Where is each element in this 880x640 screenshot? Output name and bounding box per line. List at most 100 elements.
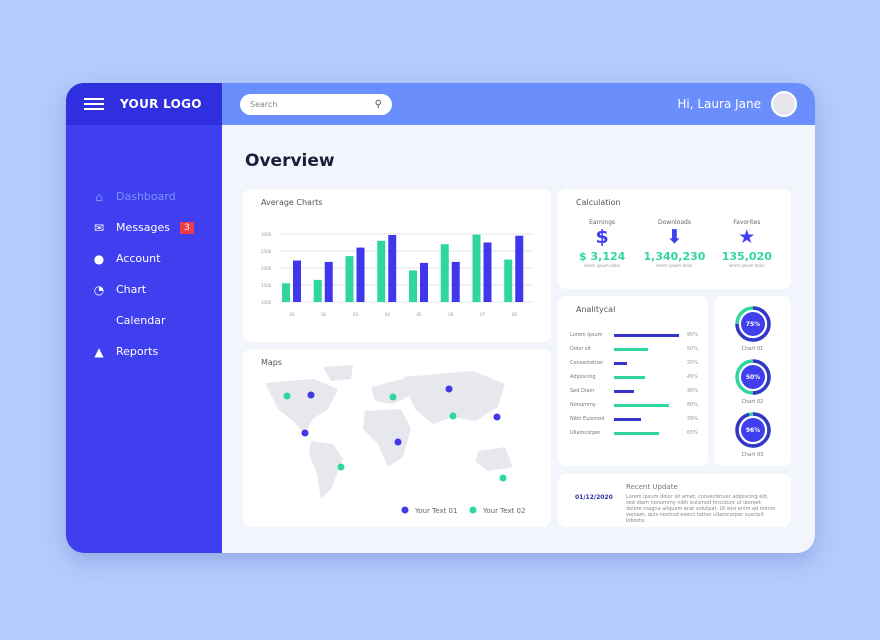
stat-sub: lorem ipsum dolor [728, 263, 765, 268]
row-pct: 50% [686, 346, 698, 352]
row-pct: 65% [686, 430, 698, 436]
search-placeholder: Search [250, 99, 278, 109]
analytic-row: Consectetuer 20% [570, 356, 698, 370]
map-pin-icon[interactable] [301, 429, 309, 437]
unread-badge: 3 [179, 221, 194, 234]
recent-update-card: 01/12/2020 Recent Update Lorem ipsum dol… [558, 474, 791, 527]
bar [515, 235, 524, 302]
row-bar-track [613, 389, 683, 393]
row-pct: 45% [686, 374, 698, 380]
row-bar [613, 333, 680, 337]
bar [356, 247, 365, 302]
donut-value: 50% [745, 374, 759, 381]
stat-value: $ 3,124 [579, 250, 626, 263]
map-pin-icon[interactable] [499, 474, 507, 482]
row-bar [613, 361, 628, 365]
legend-pin-icon [469, 506, 477, 514]
home-icon: ⌂ [95, 189, 103, 204]
top-bar: Search ⚲ Hi, Laura Jane [222, 83, 815, 125]
bar [313, 279, 322, 302]
bar [409, 270, 417, 302]
average-charts-card: Average Charts 3000 2500 2000 1500 1000 01 02 0… [243, 189, 551, 342]
y-tick-label: 2000 [261, 266, 272, 271]
bar-chart: 3000 2500 2000 1500 1000 01 02 03 04 05 06 07 08 [261, 232, 533, 317]
analytic-row: Nonummy 80% [570, 398, 698, 412]
row-label: Ullamcorper [570, 430, 601, 436]
stat-value: 1,340,230 [643, 250, 706, 263]
logo-bar: YOUR LOGO [66, 83, 222, 125]
sidebar-item-label: Reports [116, 345, 159, 358]
sidebar-item-reports[interactable]: ▲ Reports [66, 336, 222, 367]
x-tick-label: 01 [289, 312, 295, 317]
analytic-row: Sed Diam 30% [570, 384, 698, 398]
map-pin-icon[interactable] [493, 413, 501, 421]
bar [345, 256, 354, 302]
donut-value: 96% [745, 427, 759, 434]
dashboard-window: YOUR LOGO ⌂ Dashboard ✉ Messages 3 ● Account ◔ C… [66, 83, 815, 553]
map-pin-icon[interactable] [389, 393, 397, 401]
analytic-row: Nibh Euismod 39% [570, 412, 698, 426]
row-label: Consectetuer [570, 360, 604, 366]
y-tick-label: 2500 [261, 249, 272, 254]
row-pct: 80% [686, 402, 698, 408]
map-pin-icon[interactable] [337, 463, 345, 471]
donut-chart: 50% Chart 02 [714, 357, 791, 410]
stat-label: Downloads [658, 219, 691, 226]
map-pin-icon[interactable] [445, 385, 453, 393]
sidebar-item-calendar[interactable]: Calendar [66, 305, 222, 336]
row-bar [613, 431, 659, 435]
stat-value: 135,020 [721, 250, 772, 263]
sidebar-item-account[interactable]: ● Account [66, 243, 222, 274]
sidebar-item-chart[interactable]: ◔ Chart [66, 274, 222, 305]
x-tick-label: 03 [353, 312, 359, 317]
row-bar [613, 389, 635, 393]
donut-ring: 75% [734, 306, 771, 342]
y-tick-label: 1000 [261, 300, 272, 305]
donut-label: Chart 01 [741, 346, 764, 352]
row-bar-track [613, 361, 683, 365]
bar [451, 261, 460, 302]
row-label: Sed Diam [570, 388, 595, 394]
donut-ring: 50% [734, 359, 771, 395]
x-tick-label: 05 [416, 312, 422, 317]
page-title: Overview [245, 151, 335, 171]
row-bar [613, 417, 641, 421]
x-tick-label: 04 [385, 312, 391, 317]
x-tick-label: 02 [321, 312, 327, 317]
map-pin-icon[interactable] [283, 392, 291, 400]
card-title: Average Charts [261, 198, 323, 207]
row-pct: 39% [686, 416, 698, 422]
stat-earnings: Earnings $ $ 3,124 lorem ipsum dolor [567, 219, 637, 268]
row-pct: 95% [686, 332, 698, 338]
dollar-icon: $ [595, 226, 609, 248]
avatar[interactable] [771, 91, 797, 117]
recent-date: 01/12/2020 [575, 494, 613, 501]
menu-icon[interactable] [84, 98, 104, 110]
analytical-card: Analitycal Lorem Ipsum 95% Dolor sit 50% C… [558, 296, 708, 466]
x-tick-label: 08 [512, 312, 518, 317]
donut-label: Chart 03 [741, 452, 764, 458]
mail-icon: ✉ [93, 220, 105, 235]
stat-sub: lorem ipsum dolor [583, 263, 621, 268]
row-bar [613, 375, 645, 379]
calculation-card: Calculation Earnings $ $ 3,124 lorem ips… [558, 189, 791, 289]
x-tick-label: 06 [448, 312, 454, 317]
stat-favorites: Favorites ★ 135,020 lorem ipsum dolor [712, 219, 782, 268]
legend-pin-icon [401, 506, 409, 514]
search-icon[interactable]: ⚲ [375, 99, 382, 110]
legend-label: Your Text 02 [482, 507, 525, 515]
sidebar-item-messages[interactable]: ✉ Messages 3 [66, 212, 222, 243]
star-icon: ★ [738, 226, 756, 248]
sidebar-item-label: Messages [116, 221, 170, 234]
map-pin-icon[interactable] [307, 391, 315, 399]
map-pin-icon[interactable] [449, 412, 457, 420]
row-bar-track [613, 417, 683, 421]
search-input[interactable]: Search ⚲ [240, 93, 392, 115]
card-title: Maps [261, 358, 283, 367]
sidebar-item-dashboard[interactable]: ⌂ Dashboard [66, 181, 222, 212]
bar [472, 234, 481, 302]
row-label: Adipiscing [570, 374, 596, 380]
recent-title: Recent Update [626, 483, 678, 491]
row-bar-track [613, 431, 683, 435]
map-pin-icon[interactable] [394, 438, 402, 446]
